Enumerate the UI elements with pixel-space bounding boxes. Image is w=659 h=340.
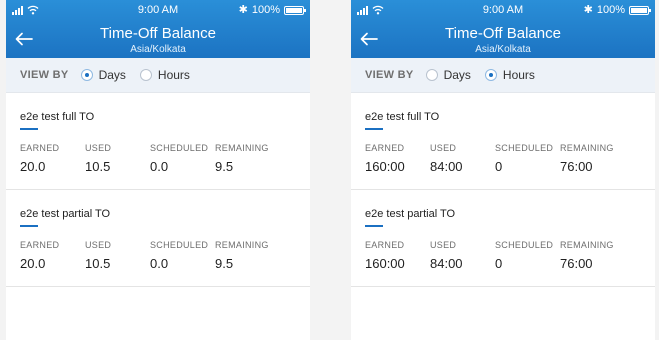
scheduled-stat: SCHEDULED 0: [495, 143, 553, 174]
title-underline: [365, 225, 383, 227]
remaining-stat: REMAINING 76:00: [560, 240, 614, 271]
used-value: 10.5: [85, 256, 111, 271]
phone-screen-hours: 9:00 AM ✱ 100% Time-Off Balance Asia/Kol…: [351, 0, 655, 340]
radio-selected-icon[interactable]: [484, 69, 497, 81]
balance-card: e2e test partial TO EARNED 160:00 USED 8…: [351, 190, 655, 287]
scheduled-stat: SCHEDULED 0: [495, 240, 553, 271]
hours-option-label: Hours: [502, 68, 535, 82]
remaining-value: 9.5: [215, 159, 234, 174]
view-by-hours-option[interactable]: Hours: [484, 68, 535, 82]
used-stat: USED 84:00: [430, 143, 463, 174]
page-title: Time-Off Balance: [445, 25, 561, 42]
nav-bar: Time-Off Balance Asia/Kolkata: [351, 20, 655, 58]
view-by-bar: VIEW BY Days Hours: [351, 58, 655, 93]
bluetooth-icon: ✱: [238, 3, 248, 16]
battery-icon: [629, 5, 651, 15]
hours-option-label: Hours: [157, 68, 190, 82]
battery-percent: 100%: [596, 4, 625, 16]
scheduled-label: SCHEDULED: [150, 240, 209, 250]
view-by-label: VIEW BY: [365, 69, 414, 81]
remaining-stat: REMAINING 9.5: [215, 143, 269, 174]
scheduled-label: SCHEDULED: [495, 240, 554, 250]
battery-percent: 100%: [251, 4, 280, 16]
timezone-label: Asia/Kolkata: [130, 44, 186, 55]
view-by-bar: VIEW BY Days Hours: [6, 58, 310, 93]
page-title: Time-Off Balance: [100, 25, 216, 42]
remaining-value: 9.5: [215, 256, 234, 271]
used-stat: USED 84:00: [430, 240, 463, 271]
earned-value: 160:00: [365, 159, 405, 174]
status-bar: 9:00 AM ✱ 100%: [6, 0, 310, 20]
title-underline: [20, 128, 38, 130]
scheduled-label: SCHEDULED: [150, 143, 209, 153]
earned-stat: EARNED 160:00: [365, 143, 405, 174]
earned-label: EARNED: [20, 143, 60, 153]
earned-label: EARNED: [365, 143, 405, 153]
used-label: USED: [430, 143, 457, 153]
view-by-hours-option[interactable]: Hours: [139, 68, 190, 82]
used-label: USED: [85, 240, 112, 250]
days-option-label: Days: [443, 68, 471, 82]
used-label: USED: [430, 240, 457, 250]
remaining-label: REMAINING: [560, 240, 614, 250]
balance-title: e2e test full TO: [20, 111, 95, 123]
radio-unselected-icon[interactable]: [139, 69, 152, 81]
used-value: 84:00: [430, 159, 463, 174]
remaining-label: REMAINING: [560, 143, 614, 153]
remaining-value: 76:00: [560, 159, 593, 174]
scheduled-stat: SCHEDULED 0.0: [150, 143, 208, 174]
balance-title: e2e test partial TO: [365, 208, 456, 220]
earned-stat: EARNED 20.0: [20, 143, 59, 174]
earned-stat: EARNED 20.0: [20, 240, 59, 271]
scheduled-stat: SCHEDULED 0.0: [150, 240, 208, 271]
used-label: USED: [85, 143, 112, 153]
remaining-value: 76:00: [560, 256, 593, 271]
earned-value: 20.0: [20, 159, 46, 174]
days-option-label: Days: [98, 68, 126, 82]
timezone-label: Asia/Kolkata: [475, 44, 531, 55]
remaining-label: REMAINING: [215, 143, 269, 153]
app-header: 9:00 AM ✱ 100% Time-Off Balance Asia/Kol…: [351, 0, 655, 58]
earned-label: EARNED: [365, 240, 405, 250]
earned-stat: EARNED 160:00: [365, 240, 405, 271]
view-by-days-option[interactable]: Days: [425, 68, 471, 82]
bluetooth-icon: ✱: [583, 3, 593, 16]
scheduled-label: SCHEDULED: [495, 143, 554, 153]
earned-value: 160:00: [365, 256, 405, 271]
title-underline: [365, 128, 383, 130]
view-by-days-option[interactable]: Days: [80, 68, 126, 82]
status-bar: 9:00 AM ✱ 100%: [351, 0, 655, 20]
remaining-stat: REMAINING 76:00: [560, 143, 614, 174]
remaining-stat: REMAINING 9.5: [215, 240, 269, 271]
title-underline: [20, 225, 38, 227]
remaining-label: REMAINING: [215, 240, 269, 250]
balance-card: e2e test full TO EARNED 160:00 USED 84:0…: [351, 93, 655, 190]
used-stat: USED 10.5: [85, 240, 111, 271]
phone-screen-days: 9:00 AM ✱ 100% Time-Off Balance Asia/Kol…: [6, 0, 310, 340]
nav-bar: Time-Off Balance Asia/Kolkata: [6, 20, 310, 58]
balance-card: e2e test partial TO EARNED 20.0 USED 10.…: [6, 190, 310, 287]
used-value: 84:00: [430, 256, 463, 271]
used-value: 10.5: [85, 159, 111, 174]
app-header: 9:00 AM ✱ 100% Time-Off Balance Asia/Kol…: [6, 0, 310, 58]
earned-label: EARNED: [20, 240, 60, 250]
scheduled-value: 0: [495, 256, 503, 271]
balance-title: e2e test partial TO: [20, 208, 111, 220]
used-stat: USED 10.5: [85, 143, 111, 174]
scheduled-value: 0.0: [150, 256, 169, 271]
radio-unselected-icon[interactable]: [425, 69, 438, 81]
radio-selected-icon[interactable]: [80, 69, 93, 81]
balance-title: e2e test full TO: [365, 111, 440, 123]
earned-value: 20.0: [20, 256, 46, 271]
battery-icon: [284, 5, 306, 15]
scheduled-value: 0.0: [150, 159, 169, 174]
balance-card: e2e test full TO EARNED 20.0 USED 10.5 S…: [6, 93, 310, 190]
view-by-label: VIEW BY: [20, 69, 69, 81]
scheduled-value: 0: [495, 159, 503, 174]
